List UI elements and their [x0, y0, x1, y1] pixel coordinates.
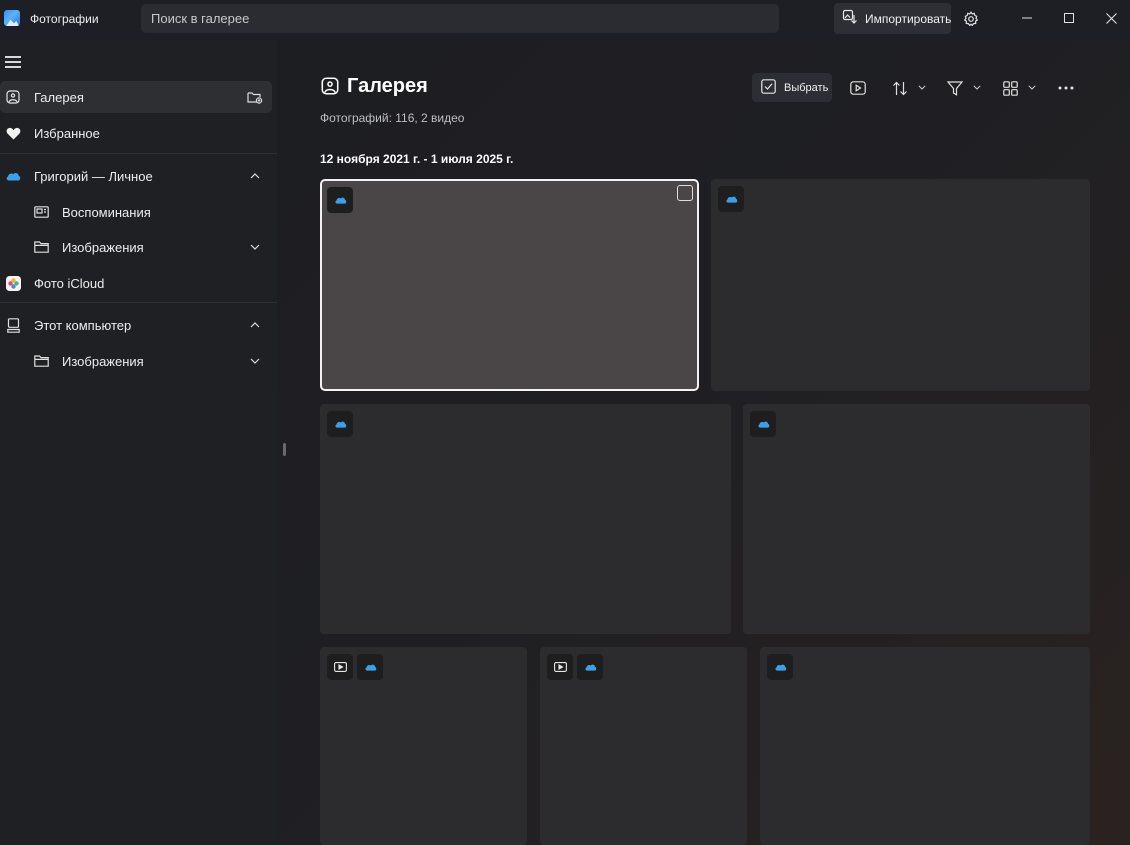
menu-hamburger-icon[interactable] [5, 56, 21, 68]
photo-tile[interactable] [320, 404, 731, 634]
onedrive-cloud-icon [327, 187, 353, 213]
filter-icon[interactable] [946, 79, 964, 97]
minimize-button[interactable] [1017, 8, 1037, 28]
sidebar-item-gallery[interactable]: Галерея [0, 81, 272, 113]
page-title: Галерея [347, 75, 428, 97]
sidebar: Галерея Избранное Григорий — Личное Восп… [0, 40, 277, 845]
photo-tile[interactable] [760, 647, 1090, 845]
folder-icon [33, 353, 49, 369]
gallery-icon [5, 89, 21, 105]
import-button[interactable]: Импортировать [834, 3, 951, 34]
title-bar: Фотографии Поиск в галерее Импортировать [0, 0, 1130, 40]
chevron-down-icon[interactable] [248, 354, 262, 368]
sidebar-item-memories[interactable]: Воспоминания [0, 196, 277, 228]
sidebar-item-label: Фото iCloud [34, 275, 105, 291]
onedrive-cloud-icon [357, 654, 383, 680]
more-options-icon[interactable] [1057, 79, 1075, 97]
settings-gear-icon[interactable] [962, 10, 980, 28]
chevron-down-icon[interactable] [972, 83, 981, 92]
search-input[interactable]: Поиск в галерее [141, 4, 779, 33]
photo-tile[interactable] [320, 647, 527, 845]
slideshow-icon[interactable] [849, 79, 867, 97]
memories-icon [33, 204, 49, 220]
chevron-up-icon[interactable] [248, 318, 262, 332]
chevron-up-icon[interactable] [248, 169, 262, 183]
close-button[interactable] [1101, 8, 1121, 28]
sidebar-item-label: Изображения [62, 353, 144, 369]
photos-app-icon [4, 10, 20, 26]
sidebar-item-label: Этот компьютер [34, 317, 132, 333]
select-button[interactable]: Выбрать [752, 73, 832, 102]
sidebar-item-images-onedrive[interactable]: Изображения [0, 231, 277, 263]
sidebar-item-icloud-photos[interactable]: Фото iCloud [0, 267, 277, 299]
chevron-down-icon[interactable] [248, 240, 262, 254]
sidebar-item-onedrive-personal[interactable]: Григорий — Личное [0, 160, 277, 192]
sidebar-item-favorites[interactable]: Избранное [0, 117, 277, 149]
onedrive-cloud-icon [718, 186, 744, 212]
sidebar-item-this-computer[interactable]: Этот компьютер [0, 309, 277, 341]
computer-icon [5, 317, 21, 333]
onedrive-cloud-icon [767, 654, 793, 680]
sidebar-item-label: Воспоминания [62, 204, 151, 220]
chevron-down-icon[interactable] [917, 83, 926, 92]
heart-icon [5, 125, 21, 141]
sidebar-item-label: Григорий — Личное [34, 168, 153, 184]
photo-tile[interactable] [320, 179, 699, 391]
select-label: Выбрать [784, 81, 829, 94]
import-label: Импортировать [865, 11, 952, 26]
onedrive-cloud-icon [327, 411, 353, 437]
video-icon [547, 654, 573, 680]
date-range-heading: 12 ноября 2021 г. - 1 июля 2025 г. [320, 152, 514, 166]
sidebar-divider [0, 153, 277, 154]
add-folder-icon[interactable] [247, 90, 263, 107]
gallery-icon [321, 77, 339, 95]
sidebar-resize-handle[interactable] [283, 443, 286, 456]
checkbox-icon [761, 78, 776, 97]
view-layout-icon[interactable] [1001, 79, 1019, 97]
select-checkbox[interactable] [677, 185, 693, 201]
icloud-photos-icon [5, 275, 21, 291]
folder-icon [33, 239, 49, 255]
sidebar-divider [0, 302, 277, 303]
chevron-down-icon[interactable] [1027, 83, 1036, 92]
sidebar-item-label: Изображения [62, 239, 144, 255]
photo-tile[interactable] [540, 647, 747, 845]
onedrive-cloud-icon [5, 168, 21, 184]
onedrive-cloud-icon [750, 411, 776, 437]
photo-tile[interactable] [711, 179, 1090, 391]
photo-tile[interactable] [743, 404, 1090, 634]
maximize-button[interactable] [1059, 8, 1079, 28]
video-icon [327, 654, 353, 680]
onedrive-cloud-icon [577, 654, 603, 680]
media-count: Фотографий: 116, 2 видео [320, 111, 465, 125]
app-title: Фотографии [30, 12, 99, 26]
sort-icon[interactable] [891, 79, 909, 97]
sidebar-item-images-computer[interactable]: Изображения [0, 345, 277, 377]
import-icon [842, 9, 858, 28]
sidebar-item-label: Избранное [34, 125, 100, 141]
sidebar-item-label: Галерея [34, 89, 84, 105]
